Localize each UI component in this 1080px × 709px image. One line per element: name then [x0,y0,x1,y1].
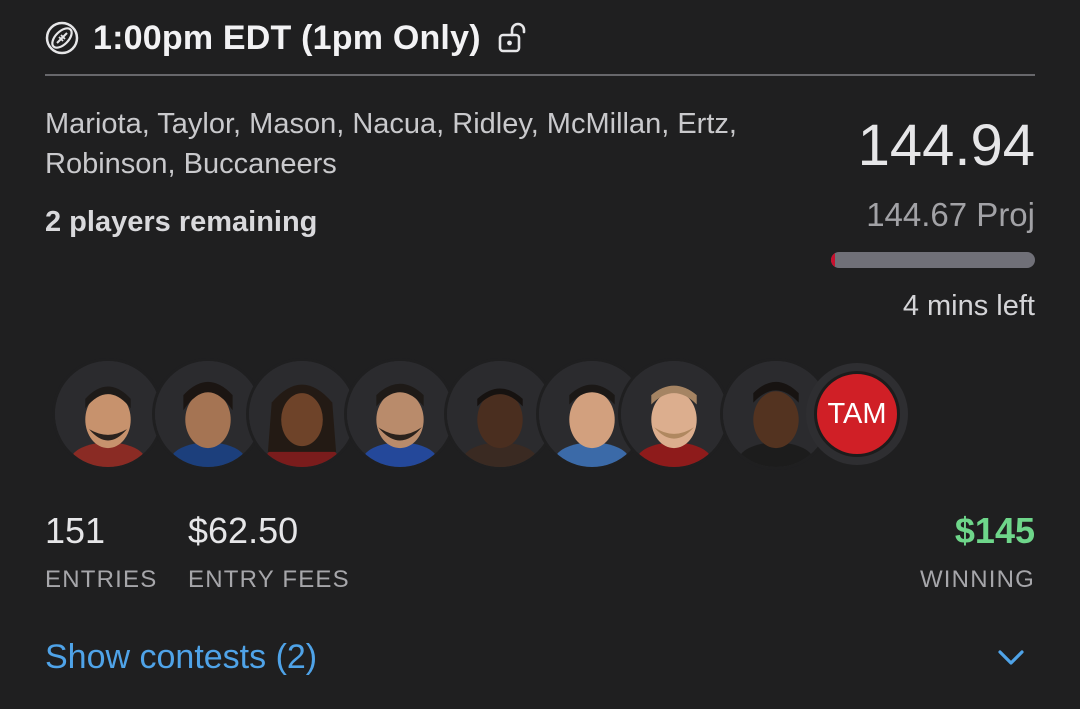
winning-amount: $145 [954,510,1035,551]
entry-fees-stat: $62.50 ENTRY FEES [188,510,350,594]
winning-stat: $145 WINNING [920,510,1035,594]
player-avatar[interactable] [246,358,358,470]
slate-title: 1:00pm EDT (1pm Only) [93,18,481,57]
time-progress-bar [831,252,1035,268]
header-divider [45,74,1035,76]
entry-fees-label: ENTRY FEES [188,566,350,593]
lineup-score: 144.94 [857,113,1035,178]
player-avatar[interactable] [52,358,164,470]
players-remaining: 2 players remaining [45,206,318,238]
lineup-player-names: Mariota, Taylor, Mason, Nacua, Ridley, M… [45,108,737,180]
entry-fees-amount: $62.50 [188,510,299,551]
time-left: 4 mins left [902,290,1035,322]
football-icon [45,21,79,55]
player-avatar[interactable] [344,358,456,470]
show-contests-link[interactable]: Show contests (2) [45,638,317,677]
slate-header: 1:00pm EDT (1pm Only) [45,14,1035,62]
team-dst-badge[interactable]: TAM [806,363,908,465]
player-avatar[interactable] [618,358,730,470]
entries-count: 151 [45,510,106,551]
chevron-down-icon[interactable] [994,642,1028,672]
lineup-projection: 144.67 Proj [866,196,1035,233]
team-badge-label: TAM [814,371,900,457]
entries-label: ENTRIES [45,566,158,593]
winning-label: WINNING [919,566,1035,593]
unlocked-lock-icon[interactable] [495,21,529,55]
time-progress-fill [831,252,836,268]
entries-stat: 151 ENTRIES [45,510,157,594]
